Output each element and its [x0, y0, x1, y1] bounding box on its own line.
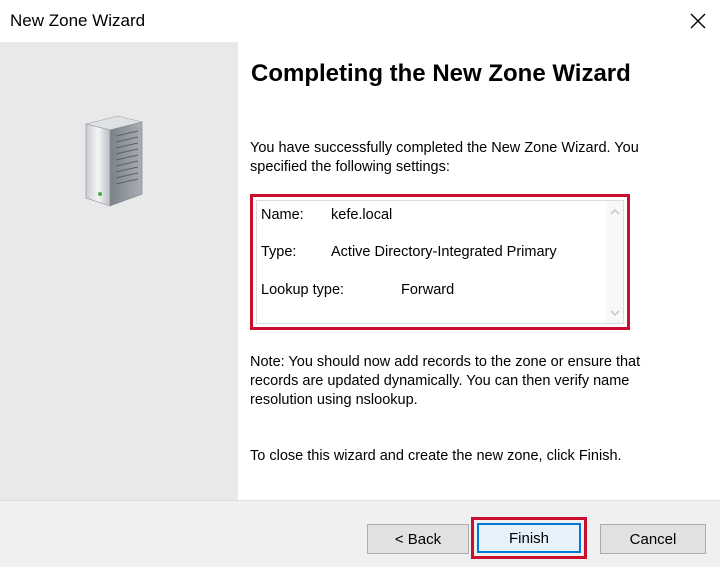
settings-summary-textbox[interactable]: Name: kefe.local Type: Active Directory-… — [256, 200, 624, 324]
scroll-down-button[interactable] — [606, 304, 623, 321]
setting-label: Name: — [261, 207, 304, 223]
setting-label: Type: — [261, 244, 297, 260]
settings-summary-highlight: Name: kefe.local Type: Active Directory-… — [250, 194, 630, 330]
back-button[interactable]: < Back — [367, 524, 469, 554]
chevron-up-icon — [610, 208, 619, 214]
vertical-scrollbar[interactable] — [606, 201, 623, 323]
close-button[interactable] — [676, 0, 720, 42]
setting-label: Lookup type: — [261, 282, 345, 298]
close-icon — [690, 13, 706, 29]
button-bar: < Back Finish Cancel — [0, 500, 720, 567]
window-title: New Zone Wizard — [10, 11, 146, 30]
closing-text: To close this wizard and create the new … — [250, 448, 622, 464]
server-icon — [85, 115, 143, 207]
wizard-content: Completing the New Zone Wizard You have … — [238, 42, 720, 500]
chevron-down-icon — [610, 310, 619, 316]
title-bar: New Zone Wizard — [0, 0, 720, 42]
finish-button[interactable]: Finish — [477, 523, 581, 553]
setting-value: kefe.local — [331, 207, 393, 223]
intro-text: You have successfully completed the New … — [250, 140, 639, 175]
setting-row-name: Name: kefe.local — [261, 207, 392, 223]
cancel-button[interactable]: Cancel — [600, 524, 706, 554]
setting-row-lookup-type: Lookup type: Forward — [261, 282, 454, 298]
setting-value: Active Directory-Integrated Primary — [331, 244, 557, 260]
scroll-up-button[interactable] — [606, 203, 623, 220]
setting-row-type: Type: Active Directory-Integrated Primar… — [261, 244, 557, 260]
wizard-side-panel — [0, 42, 238, 500]
page-title: Completing the New Zone Wizard — [251, 60, 631, 87]
setting-value: Forward — [401, 282, 455, 298]
note-text: Note: You should now add records to the … — [250, 354, 641, 408]
